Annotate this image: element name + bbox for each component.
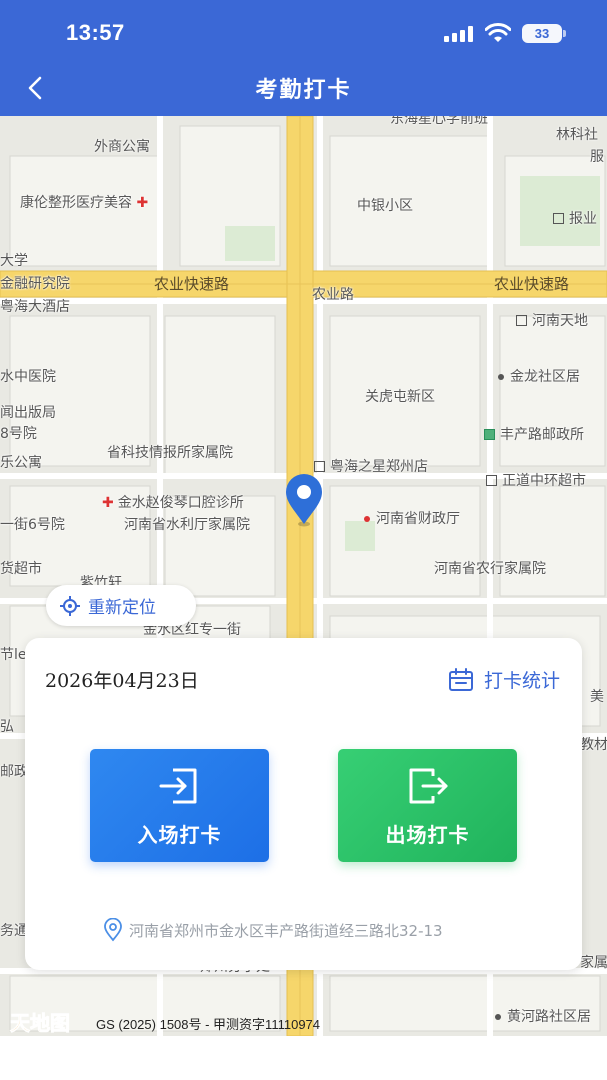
status-bar: 13:57 33 <box>0 0 607 62</box>
map-label: 8号院 <box>0 426 37 442</box>
map-copyright: GS (2025) 1508号 - 甲测资字11110974 <box>96 1017 321 1032</box>
map-label: 家属 <box>580 955 607 971</box>
map-label-text: 金水赵俊琴口腔诊所 <box>117 495 244 511</box>
punch-in-button[interactable]: 入场打卡 <box>90 749 269 862</box>
map-label: 东海星心学前班 <box>390 116 488 127</box>
map-label: 弘 <box>0 719 14 735</box>
map-label-text: 康伦整形医疗美容 <box>20 195 132 211</box>
map-label-text: 河南天地 <box>532 313 588 329</box>
shop-icon <box>486 475 497 486</box>
map-label: 报业 <box>553 208 597 228</box>
hospital-icon: ✚ <box>136 195 149 211</box>
map-label-text: 报业 <box>569 211 597 227</box>
map-label: 河南省农行家属院 <box>434 561 546 577</box>
page-title: 考勤打卡 <box>255 78 352 103</box>
building-icon <box>516 315 527 326</box>
app-header: 13:57 33 考勤打卡 <box>0 0 607 116</box>
wifi-icon <box>485 23 511 42</box>
current-date: 2026年04月23日 <box>45 670 199 692</box>
map-label: 货超市 <box>0 561 42 577</box>
road-label: 农业路 <box>312 287 354 303</box>
map-label-text: 黄河路社区居 <box>507 1009 591 1025</box>
map-label: 教材 <box>580 737 607 753</box>
map-label: 河南省水利厅家属院 <box>124 517 250 533</box>
attendance-stats-link[interactable]: 打卡统计 <box>448 666 560 693</box>
map-label: 省科技情报所家属院 <box>107 445 233 461</box>
map-label: 金龙社区居 <box>498 366 580 386</box>
map-label: 林科社 <box>556 127 598 143</box>
map-label: ✚ 金水赵俊琴口腔诊所 <box>102 492 244 512</box>
map-label: 正道中环超市 <box>486 470 586 490</box>
map-label: 金融研究院 <box>0 276 70 292</box>
map-label: 康伦整形医疗美容 ✚ <box>20 192 152 212</box>
status-time: 13:57 <box>66 20 125 45</box>
map-label-text: 河南省财政厅 <box>376 511 460 527</box>
building-icon <box>553 213 564 224</box>
poi-dot-icon <box>498 374 504 380</box>
map-label: 务通 <box>0 923 28 939</box>
map-label: 粤海大酒店 <box>0 299 70 315</box>
location-pin-outline-icon <box>104 918 122 942</box>
map-label: 粤海之星郑州店 <box>314 456 428 476</box>
relocate-button[interactable]: 重新定位 <box>46 585 196 626</box>
map-label: 邮政 <box>0 764 28 780</box>
map-label: 关虎屯新区 <box>365 389 435 405</box>
punch-in-label: 入场打卡 <box>137 823 222 847</box>
poi-dot-icon <box>364 516 370 522</box>
map-label-text: 粤海之星郑州店 <box>330 459 428 475</box>
map-label: 丰产路邮政所 <box>484 424 584 444</box>
map-label: 外商公寓 <box>94 139 150 155</box>
current-address: 河南省郑州市金水区丰产路街道经三路北32-13 <box>103 918 443 942</box>
login-icon <box>159 768 197 804</box>
location-pin-icon <box>286 474 322 527</box>
building-icon <box>314 461 325 472</box>
attendance-card: 2026年04月23日 打卡统计 入场打卡 出场打卡 河南省郑州市金水区丰产路街… <box>25 638 582 970</box>
map-label: 大学 <box>0 253 28 269</box>
map-label: 美 <box>590 689 604 705</box>
post-office-icon <box>484 429 495 440</box>
poi-dot-icon <box>495 1014 501 1020</box>
map-label-text: 正道中环超市 <box>502 473 586 489</box>
logo-text: 天地图 <box>10 1011 70 1035</box>
relocate-label: 重新定位 <box>88 598 156 618</box>
map-label: 黄河路社区居 <box>495 1006 591 1026</box>
map-label: 闻出版局 <box>0 405 56 421</box>
tianditu-logo: 天地图 <box>10 1011 71 1036</box>
punch-out-button[interactable]: 出场打卡 <box>338 749 517 862</box>
logout-icon <box>409 768 448 804</box>
battery-indicator: 33 <box>522 24 566 43</box>
map-label: 节le <box>0 647 27 663</box>
map-footer: 天地图 GS (2025) 1508号 - 甲测资字11110974 黄河路社区… <box>0 1006 607 1036</box>
map-label: 水中医院 <box>0 369 56 385</box>
calendar-icon <box>448 667 473 691</box>
map-label-text: 金龙社区居 <box>510 369 580 385</box>
map-label: 中银小区 <box>357 198 413 214</box>
map-label: 乐公寓 <box>0 455 42 471</box>
hospital-icon: ✚ <box>102 495 114 511</box>
address-text: 河南省郑州市金水区丰产路街道经三路北32-13 <box>129 921 443 940</box>
punch-out-label: 出场打卡 <box>385 823 470 847</box>
map-label: 河南省财政厅 <box>364 508 460 528</box>
map-label: 一街6号院 <box>0 517 65 533</box>
road-label: 农业快速路 <box>154 275 230 293</box>
crosshair-icon <box>60 595 80 616</box>
map-label-text: 丰产路邮政所 <box>500 427 584 443</box>
road-label: 农业快速路 <box>494 275 570 293</box>
map-label: 服 <box>590 149 604 165</box>
cellular-signal-icon <box>444 26 473 42</box>
map-label: 河南天地 <box>516 310 588 330</box>
stats-label: 打卡统计 <box>483 670 560 692</box>
